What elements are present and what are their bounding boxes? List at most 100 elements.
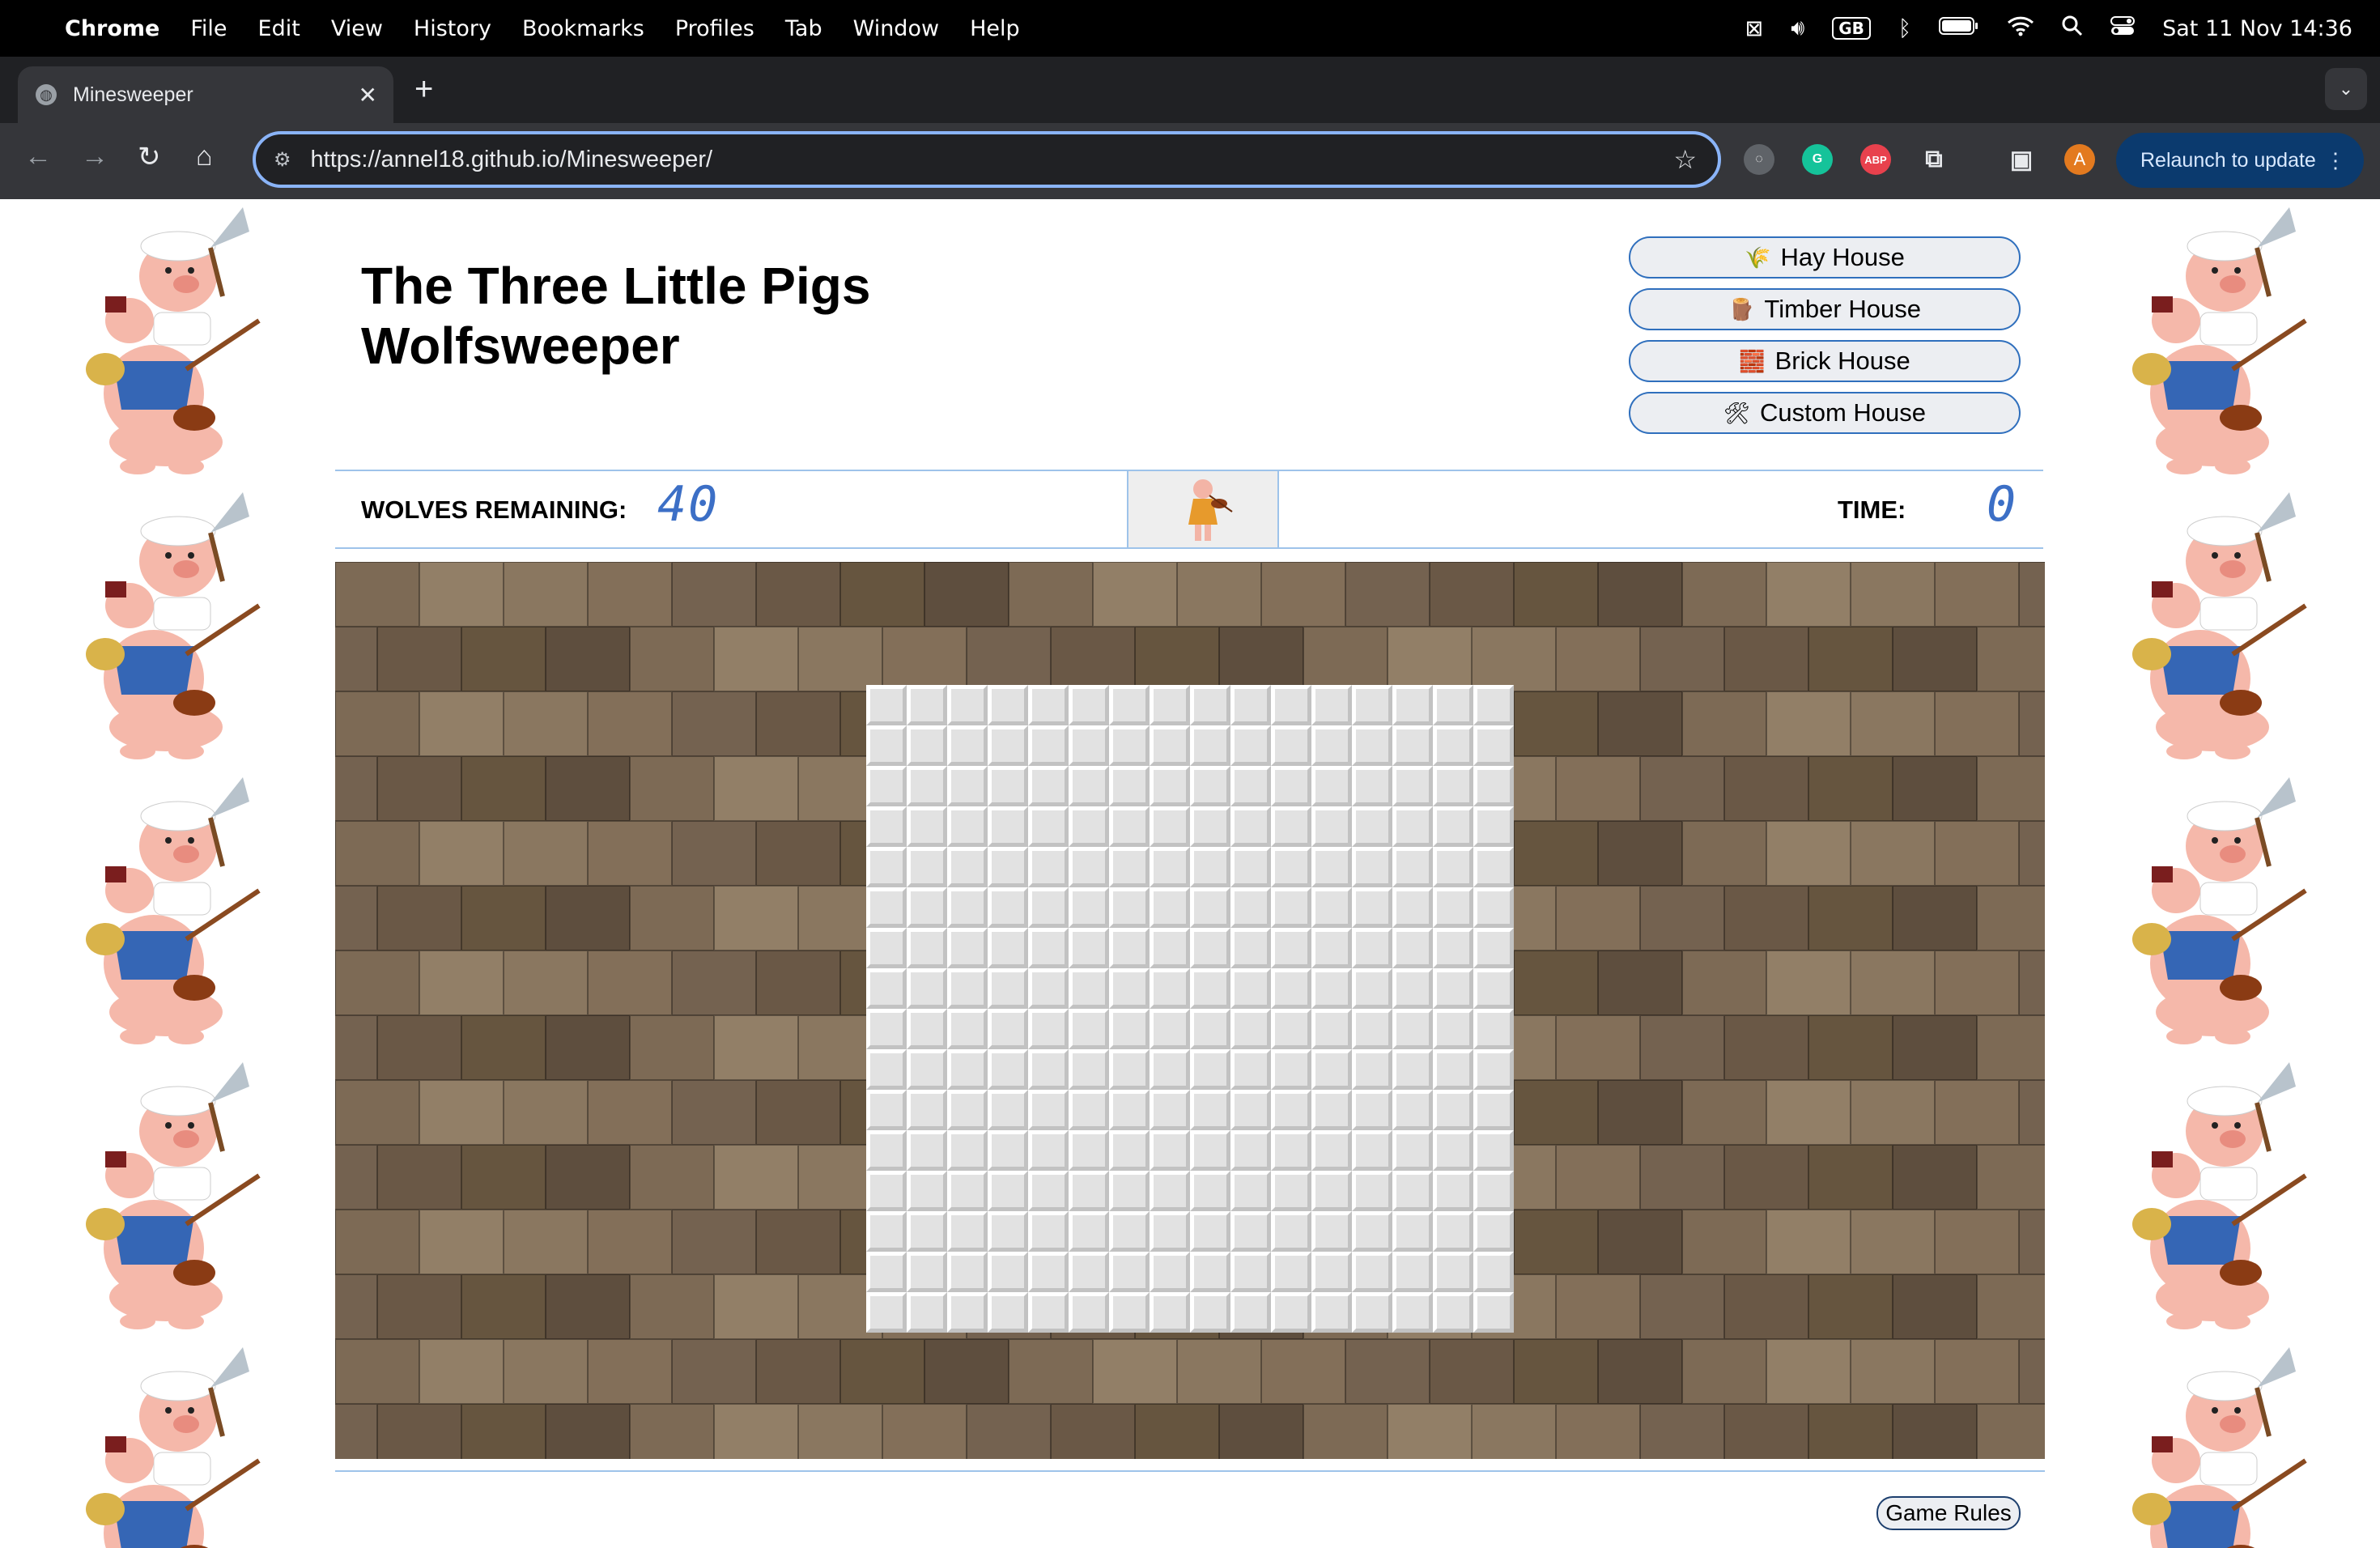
more-options-icon[interactable]: ⋮ (2325, 148, 2346, 173)
grid-cell[interactable] (1069, 725, 1109, 766)
grid-cell[interactable] (1392, 1252, 1433, 1292)
grid-cell[interactable] (866, 887, 907, 928)
tab-minesweeper[interactable]: ◍ Minesweeper ✕ (18, 66, 393, 123)
grid-cell[interactable] (988, 766, 1028, 806)
grid-cell[interactable] (1271, 806, 1311, 847)
menu-help[interactable]: Help (970, 16, 1020, 41)
grid-cell[interactable] (1150, 1049, 1190, 1090)
grid-cell[interactable] (1352, 1049, 1392, 1090)
grid-cell[interactable] (907, 766, 947, 806)
grid-cell[interactable] (1150, 968, 1190, 1009)
grid-cell[interactable] (1069, 766, 1109, 806)
spotlight-search-icon[interactable] (2062, 15, 2083, 42)
grid-cell[interactable] (1311, 766, 1352, 806)
grid-cell[interactable] (1311, 1171, 1352, 1211)
grid-cell[interactable] (1028, 928, 1069, 968)
grid-cell[interactable] (1109, 1130, 1150, 1171)
grid-cell[interactable] (947, 847, 988, 887)
grid-cell[interactable] (1271, 1130, 1311, 1171)
grid-cell[interactable] (1271, 968, 1311, 1009)
grid-cell[interactable] (1230, 928, 1271, 968)
grid-cell[interactable] (1473, 887, 1514, 928)
control-center-icon[interactable] (2110, 15, 2136, 41)
grid-cell[interactable] (1473, 1252, 1514, 1292)
grid-cell[interactable] (1433, 806, 1473, 847)
grid-cell[interactable] (1311, 1211, 1352, 1252)
grid-cell[interactable] (1150, 725, 1190, 766)
grid-cell[interactable] (1311, 847, 1352, 887)
grid-cell[interactable] (907, 1211, 947, 1252)
grid-cell[interactable] (866, 806, 907, 847)
grid-cell[interactable] (1150, 1130, 1190, 1171)
grid-cell[interactable] (988, 928, 1028, 968)
grid-cell[interactable] (1069, 1252, 1109, 1292)
grid-cell[interactable] (1150, 1171, 1190, 1211)
grid-cell[interactable] (1230, 847, 1271, 887)
grid-cell[interactable] (866, 928, 907, 968)
grid-cell[interactable] (1271, 685, 1311, 725)
extensions-puzzle-icon[interactable]: ⧉ (1919, 144, 1949, 175)
grid-cell[interactable] (1069, 806, 1109, 847)
grid-cell[interactable] (1190, 806, 1230, 847)
address-bar[interactable]: ⚙ https://annel18.github.io/Minesweeper/… (253, 131, 1721, 188)
battery-icon[interactable] (1939, 16, 1979, 41)
menubar-clock[interactable]: Sat 11 Nov 14:36 (2162, 16, 2352, 41)
grid-cell[interactable] (1392, 1049, 1433, 1090)
menu-app-name[interactable]: Chrome (65, 16, 159, 41)
grid-cell[interactable] (1311, 1049, 1352, 1090)
grid-cell[interactable] (988, 1211, 1028, 1252)
grid-cell[interactable] (1352, 766, 1392, 806)
grid-cell[interactable] (1311, 968, 1352, 1009)
bluetooth-icon[interactable]: ᛒ (1898, 16, 1911, 41)
grid-cell[interactable] (1473, 766, 1514, 806)
grid-cell[interactable] (907, 928, 947, 968)
grid-cell[interactable] (1069, 685, 1109, 725)
grid-cell[interactable] (1230, 725, 1271, 766)
menu-tab[interactable]: Tab (785, 16, 822, 41)
grid-cell[interactable] (907, 1090, 947, 1130)
grid-cell[interactable] (1230, 806, 1271, 847)
grid-cell[interactable] (988, 887, 1028, 928)
wifi-icon[interactable] (2007, 15, 2034, 42)
grid-cell[interactable] (1271, 1171, 1311, 1211)
grid-cell[interactable] (1230, 1009, 1271, 1049)
grid-cell[interactable] (1433, 1211, 1473, 1252)
grid-cell[interactable] (866, 1009, 907, 1049)
grid-cell[interactable] (947, 887, 988, 928)
grid-cell[interactable] (988, 725, 1028, 766)
grid-cell[interactable] (1352, 1171, 1392, 1211)
grid-cell[interactable] (1109, 928, 1150, 968)
grid-cell[interactable] (1352, 1252, 1392, 1292)
grid-cell[interactable] (1392, 1130, 1433, 1171)
grid-cell[interactable] (1392, 1009, 1433, 1049)
side-panel-icon[interactable]: ▣ (2006, 144, 2037, 175)
grid-cell[interactable] (1230, 1130, 1271, 1171)
grid-cell[interactable] (866, 1252, 907, 1292)
grid-cell[interactable] (1109, 725, 1150, 766)
grid-cell[interactable] (1150, 1009, 1190, 1049)
grid-cell[interactable] (1433, 766, 1473, 806)
grid-cell[interactable] (1150, 928, 1190, 968)
grid-cell[interactable] (988, 1252, 1028, 1292)
grid-cell[interactable] (1150, 1090, 1190, 1130)
grid-cell[interactable] (1109, 1171, 1150, 1211)
grid-cell[interactable] (1311, 1090, 1352, 1130)
grid-cell[interactable] (866, 766, 907, 806)
game-rules-button[interactable]: Game Rules (1876, 1496, 2021, 1530)
grid-cell[interactable] (1230, 1211, 1271, 1252)
adblock-icon[interactable]: ABP (1860, 144, 1891, 175)
close-tab-icon[interactable]: ✕ (359, 82, 377, 108)
grid-cell[interactable] (1433, 725, 1473, 766)
grid-cell[interactable] (1230, 1171, 1271, 1211)
grid-cell[interactable] (1352, 1292, 1392, 1333)
grid-cell[interactable] (1271, 887, 1311, 928)
relaunch-update-button[interactable]: Relaunch to update ⋮ (2116, 133, 2364, 188)
grid-cell[interactable] (1028, 1252, 1069, 1292)
grid-cell[interactable] (907, 1171, 947, 1211)
extension-loading-icon[interactable]: ◌ (1744, 144, 1774, 175)
screen-sharing-icon[interactable]: ⊠ (1745, 16, 1764, 41)
grid-cell[interactable] (1028, 1171, 1069, 1211)
grid-cell[interactable] (1473, 1211, 1514, 1252)
tab-search-chevron-icon[interactable]: ⌄ (2325, 68, 2367, 110)
grid-cell[interactable] (1109, 1009, 1150, 1049)
